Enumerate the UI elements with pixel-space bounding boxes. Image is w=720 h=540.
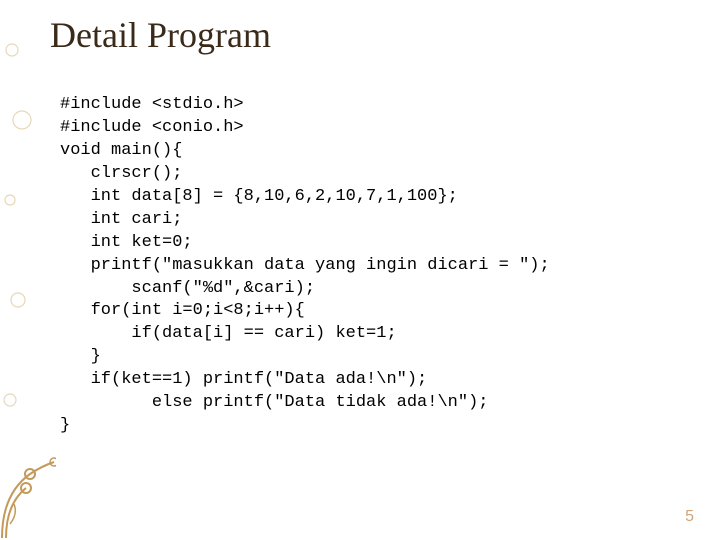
code-line: if(ket==1) printf("Data ada!\n");: [60, 370, 427, 389]
code-line: int data[8] = {8,10,6,2,10,7,1,100};: [60, 187, 458, 206]
side-decoration: [0, 0, 40, 540]
code-line: }: [60, 416, 70, 435]
code-line: #include <stdio.h>: [60, 95, 244, 114]
code-line: void main(){: [60, 141, 182, 160]
code-line: #include <conio.h>: [60, 118, 244, 137]
page-number: 5: [685, 508, 694, 526]
code-block: #include <stdio.h> #include <conio.h> vo…: [60, 94, 550, 438]
code-line: printf("masukkan data yang ingin dicari …: [60, 256, 550, 275]
slide-title: Detail Program: [50, 14, 271, 56]
code-line: scanf("%d",&cari);: [60, 279, 315, 298]
slide: Detail Program #include <stdio.h> #inclu…: [0, 0, 720, 540]
corner-decoration: [0, 454, 56, 540]
code-line: if(data[i] == cari) ket=1;: [60, 324, 397, 343]
code-line: }: [60, 347, 101, 366]
code-line: int cari;: [60, 210, 182, 229]
code-line: for(int i=0;i<8;i++){: [60, 301, 305, 320]
code-line: int ket=0;: [60, 233, 193, 252]
code-line: clrscr();: [60, 164, 182, 183]
code-line: else printf("Data tidak ada!\n");: [60, 393, 488, 412]
